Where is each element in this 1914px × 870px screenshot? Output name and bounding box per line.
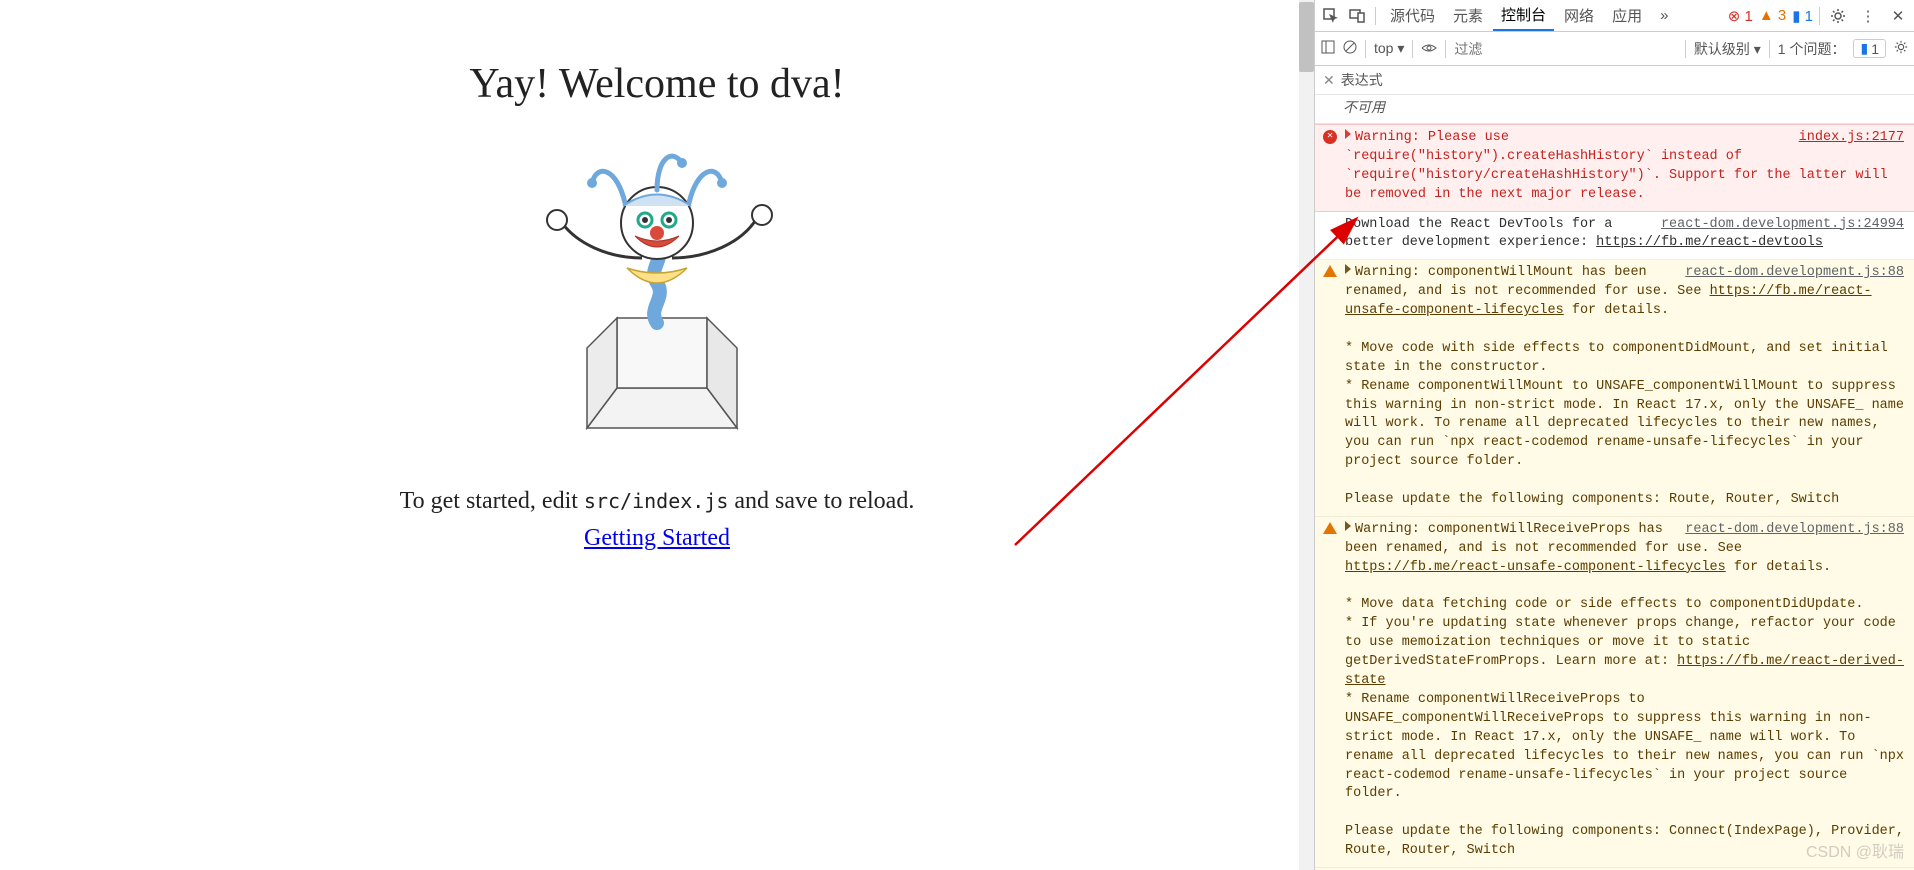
message-text-post: * Rename componentWillReceiveProps to UN… [1345, 692, 1912, 858]
started-code: src/index.js [584, 489, 729, 513]
tab-application[interactable]: 应用 [1604, 1, 1650, 30]
tab-sources[interactable]: 源代码 [1382, 1, 1443, 30]
inline-link[interactable]: https://fb.me/react-unsafe-component-lif… [1345, 560, 1726, 575]
issues-label: 1 个问题： [1778, 39, 1846, 59]
console-toolbar: top ▾ 默认级别 ▾ 1 个问题： ▮1 [1315, 32, 1914, 66]
tab-network[interactable]: 网络 [1556, 1, 1602, 30]
log-level-selector[interactable]: 默认级别 ▾ [1694, 39, 1761, 59]
more-menu-icon[interactable]: ⋮ [1856, 4, 1880, 28]
device-toggle-icon[interactable] [1345, 4, 1369, 28]
console-message-warning[interactable]: react-dom.development.js:88 Warning: com… [1315, 260, 1914, 517]
source-link[interactable]: react-dom.development.js:88 [1685, 521, 1904, 540]
tab-more[interactable]: » [1652, 3, 1676, 28]
message-text-pre: Warning: componentWillReceiveProps has b… [1345, 522, 1742, 556]
message-text: Download the React DevTools for a better… [1345, 217, 1612, 251]
clear-console-icon[interactable] [1343, 40, 1357, 57]
info-count-badge[interactable]: ▮ 1 [1792, 7, 1813, 25]
issues-pill[interactable]: ▮1 [1853, 39, 1886, 58]
console-settings-gear-icon[interactable] [1894, 40, 1908, 57]
close-devtools-icon[interactable]: ✕ [1886, 4, 1910, 28]
console-message-error[interactable]: ✕ index.js:2177 Warning: Please use `req… [1315, 124, 1914, 212]
console-message-log[interactable]: react-dom.development.js:24994 Download … [1315, 212, 1914, 261]
message-text-mid: for details. * Move data fetching code o… [1345, 560, 1904, 669]
source-link[interactable]: index.js:2177 [1799, 129, 1904, 148]
watermark: CSDN @耿瑞 [1806, 838, 1904, 862]
tab-console[interactable]: 控制台 [1493, 0, 1554, 31]
get-started-text: To get started, edit src/index.js and sa… [0, 488, 1314, 515]
expression-label: 表达式 [1341, 70, 1383, 90]
warning-icon [1323, 522, 1337, 534]
close-expression-icon[interactable]: ✕ [1323, 72, 1335, 89]
expression-value: 不可用 [1315, 95, 1914, 124]
disclosure-triangle-icon[interactable] [1345, 521, 1351, 531]
disclosure-triangle-icon[interactable] [1345, 129, 1351, 139]
devtools-tab-bar: 源代码 元素 控制台 网络 应用 » ⊗ 1 ▲ 3 ▮ 1 ⋮ ✕ [1315, 0, 1914, 32]
inspect-element-icon[interactable] [1319, 4, 1343, 28]
message-text-post: for details. * Move code with side effec… [1345, 303, 1912, 507]
getting-started-link[interactable]: Getting Started [584, 525, 730, 552]
started-pre: To get started, edit [400, 488, 584, 514]
live-expression-eye-icon[interactable] [1421, 41, 1437, 57]
console-message-warning[interactable]: react-dom.development.js:88 Warning: com… [1315, 517, 1914, 868]
source-link[interactable]: react-dom.development.js:88 [1685, 264, 1904, 283]
page-title: Yay! Welcome to dva! [0, 60, 1314, 108]
devtools-panel: 源代码 元素 控制台 网络 应用 » ⊗ 1 ▲ 3 ▮ 1 ⋮ ✕ top ▾ [1314, 0, 1914, 870]
application-page: Yay! Welcome to dva! [0, 0, 1314, 870]
expression-bar: ✕ 表达式 [1315, 66, 1914, 95]
message-text-pre: Warning: componentWillMount has been ren… [1345, 265, 1710, 299]
disclosure-triangle-icon[interactable] [1345, 264, 1351, 274]
error-count-badge[interactable]: ⊗ 1 [1728, 7, 1753, 25]
tab-elements[interactable]: 元素 [1445, 1, 1491, 30]
console-messages[interactable]: ✕ index.js:2177 Warning: Please use `req… [1315, 124, 1914, 870]
error-icon: ✕ [1323, 130, 1337, 144]
inline-link[interactable]: https://fb.me/react-devtools [1596, 235, 1823, 250]
page-scrollbar[interactable] [1299, 0, 1314, 870]
context-selector[interactable]: top ▾ [1374, 40, 1404, 57]
settings-gear-icon[interactable] [1826, 4, 1850, 28]
welcome-illustration [507, 138, 807, 458]
warning-count-badge[interactable]: ▲ 3 [1759, 7, 1786, 24]
console-filter-input[interactable] [1454, 41, 1676, 57]
console-sidebar-toggle-icon[interactable] [1321, 40, 1335, 57]
warning-icon [1323, 265, 1337, 277]
started-post: and save to reload. [728, 488, 914, 514]
source-link[interactable]: react-dom.development.js:24994 [1661, 216, 1904, 235]
